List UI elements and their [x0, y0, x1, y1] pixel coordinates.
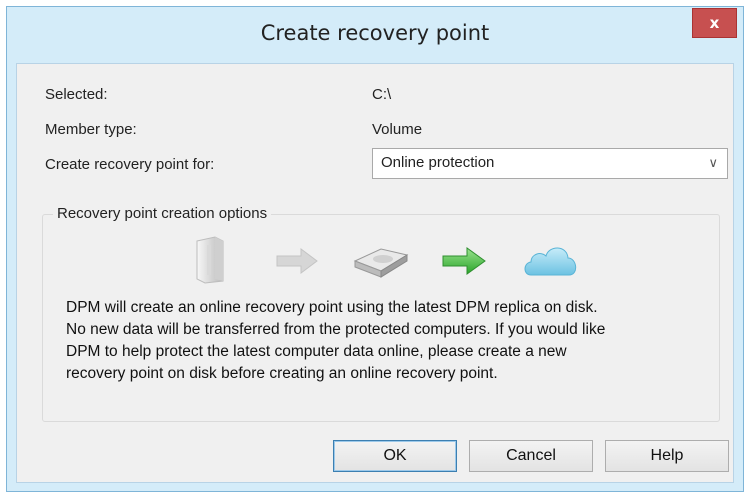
- description-line: DPM will create an online recovery point…: [66, 299, 598, 316]
- description-line: DPM to help protect the latest computer …: [66, 343, 567, 360]
- options-description: DPM will create an online recovery point…: [66, 297, 716, 385]
- cloud-icon: [524, 247, 577, 276]
- gray-arrow-icon: [276, 248, 318, 274]
- title-bar[interactable]: Create recovery point x: [7, 7, 743, 62]
- selected-label: Selected:: [45, 86, 108, 103]
- green-arrow-icon: [442, 247, 486, 275]
- selected-value: C:\: [372, 86, 392, 103]
- dialog-window: Create recovery point x Selected: C:\ Me…: [6, 6, 744, 492]
- member-type-value: Volume: [372, 121, 423, 138]
- options-group-title: Recovery point creation options: [53, 205, 272, 222]
- description-line: No new data will be transferred from the…: [66, 321, 606, 338]
- cancel-button[interactable]: Cancel: [469, 440, 593, 472]
- create-for-label: Create recovery point for:: [45, 156, 215, 173]
- help-button[interactable]: Help: [605, 440, 729, 472]
- options-group: Recovery point creation options DPM will…: [42, 205, 720, 422]
- disk-icon: [353, 248, 409, 278]
- ok-button[interactable]: OK: [333, 440, 457, 472]
- create-for-dropdown[interactable]: Online protection ∨: [372, 148, 728, 179]
- chevron-down-icon: ∨: [708, 155, 718, 170]
- server-icon: [196, 236, 224, 284]
- dialog-title: Create recovery point: [260, 21, 490, 45]
- close-button[interactable]: x: [692, 8, 737, 38]
- description-line: recovery point on disk before creating a…: [66, 365, 498, 382]
- dialog-body: Selected: C:\ Member type: Volume Create…: [16, 63, 734, 483]
- create-for-selected-value: Online protection: [381, 154, 495, 171]
- member-type-label: Member type:: [45, 121, 137, 138]
